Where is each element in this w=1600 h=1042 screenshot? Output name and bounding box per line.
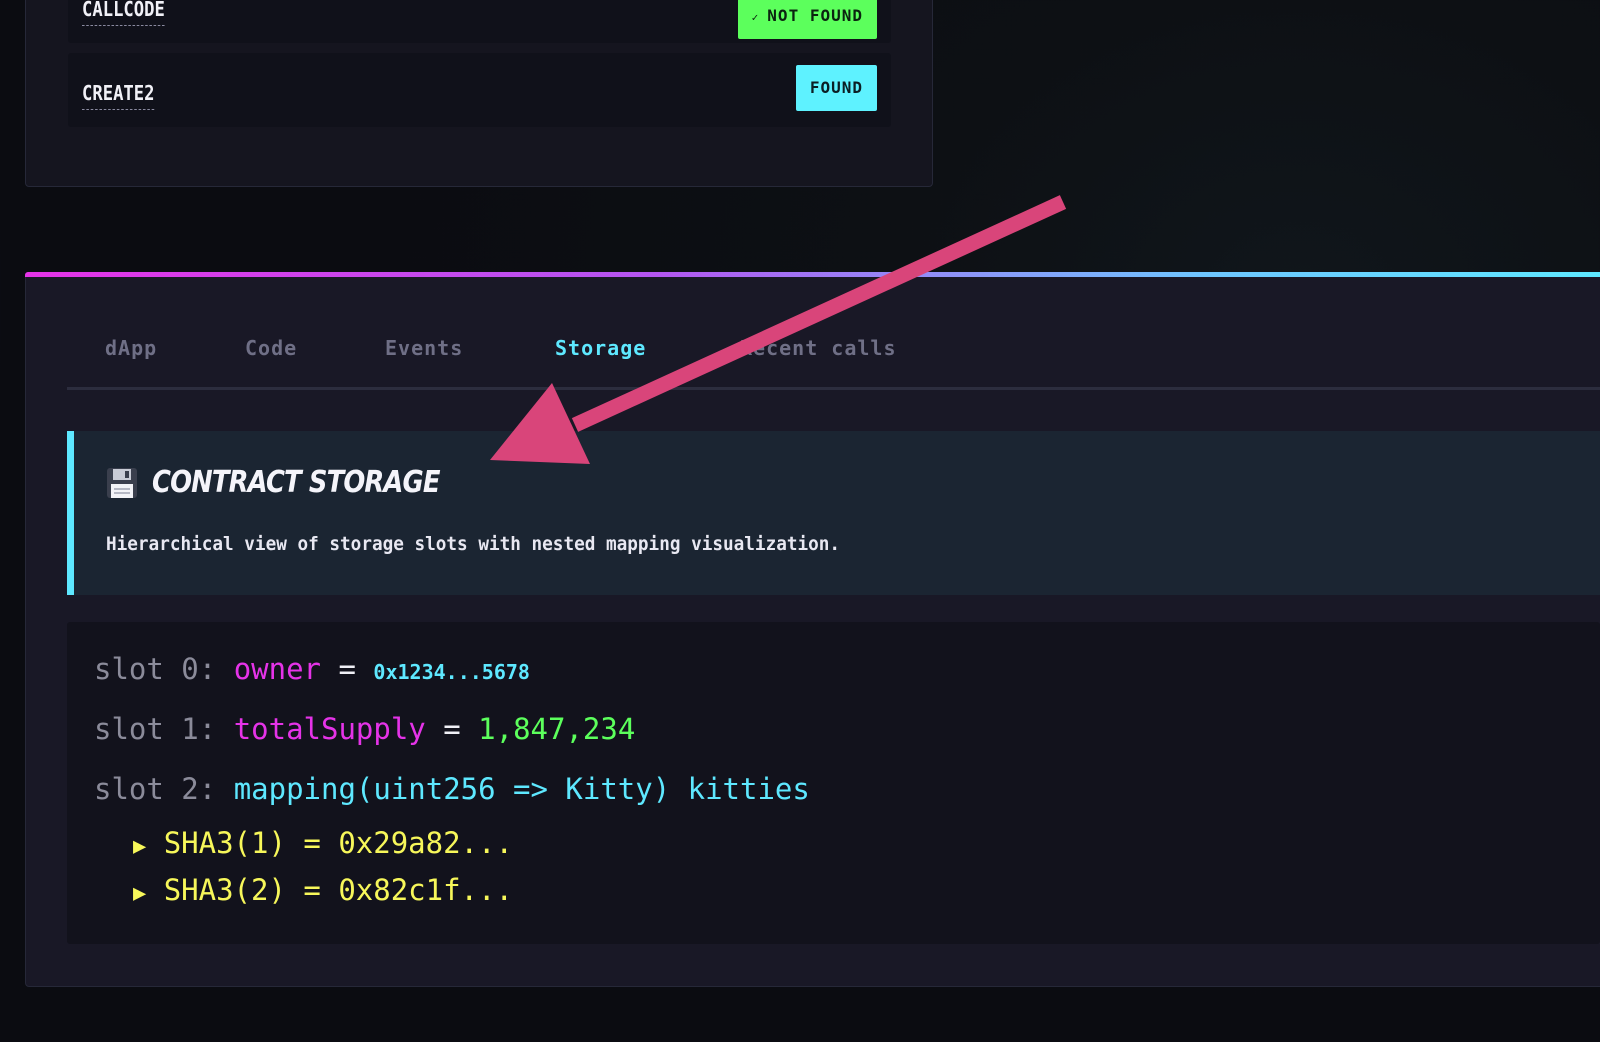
tab-dapp[interactable]: dApp <box>105 336 157 360</box>
mapping-entry[interactable]: ▶ SHA3(1) = 0x29a82... <box>133 826 513 860</box>
info-description: Hierarchical view of storage slots with … <box>106 533 841 555</box>
status-badge-found: FOUND <box>795 65 877 111</box>
tab-code[interactable]: Code <box>245 336 297 360</box>
tab-storage[interactable]: Storage <box>555 336 646 360</box>
storage-slot-row: slot 1: totalSupply = 1,847,234 <box>94 712 635 746</box>
expand-triangle-icon[interactable]: ▶ <box>133 881 146 906</box>
slot-variable: owner <box>233 652 321 686</box>
slot-label: slot 0: <box>94 652 217 686</box>
slot-variable: totalSupply <box>233 712 426 746</box>
slot-value: 1,847,234 <box>478 712 636 746</box>
mapping-entry-text: SHA3(1) = 0x29a82... <box>163 826 513 860</box>
slot-equals: = <box>443 712 461 746</box>
opcode-row-create2: CREATE2 FOUND <box>68 53 891 127</box>
storage-slot-row: slot 0: owner = 0x1234...5678 <box>94 652 530 686</box>
opcode-row-callcode: CALLCODE ✓ NOT FOUND <box>68 0 891 43</box>
slot-label: slot 1: <box>94 712 217 746</box>
opcode-name[interactable]: CALLCODE <box>82 0 165 26</box>
storage-slot-row: slot 2: mapping(uint256 => Kitty) kittie… <box>94 772 810 806</box>
floppy-disk-icon <box>107 467 137 498</box>
storage-code-view: slot 0: owner = 0x1234...5678 slot 1: to… <box>67 622 1600 944</box>
info-title-row: Contract Storage <box>106 465 486 500</box>
status-badge-label: NOT FOUND <box>767 6 863 25</box>
tab-events[interactable]: Events <box>385 336 463 360</box>
slot-equals: = <box>338 652 356 686</box>
slot-value: 0x1234...5678 <box>373 660 530 684</box>
storage-info-box: Contract Storage Hierarchical view of st… <box>67 431 1600 595</box>
mapping-entry[interactable]: ▶ SHA3(2) = 0x82c1f... <box>133 873 513 907</box>
panel-accent-bar <box>25 272 1600 277</box>
mapping-entry-text: SHA3(2) = 0x82c1f... <box>163 873 513 907</box>
opcode-name[interactable]: CREATE2 <box>82 81 155 110</box>
opcode-card: CALLCODE ✓ NOT FOUND CREATE2 FOUND <box>25 0 933 187</box>
check-icon: ✓ <box>751 11 760 24</box>
tab-bar: dApp Code Events Storage Recent calls <box>67 318 1600 390</box>
slot-label: slot 2: <box>94 772 217 806</box>
page-title: Contract Storage <box>152 465 440 500</box>
expand-triangle-icon[interactable]: ▶ <box>133 834 146 859</box>
tab-recent-calls[interactable]: Recent calls <box>740 336 897 360</box>
slot-mapping-declaration: mapping(uint256 => Kitty) kitties <box>233 772 810 806</box>
status-badge-not-found: ✓ NOT FOUND <box>737 0 877 39</box>
